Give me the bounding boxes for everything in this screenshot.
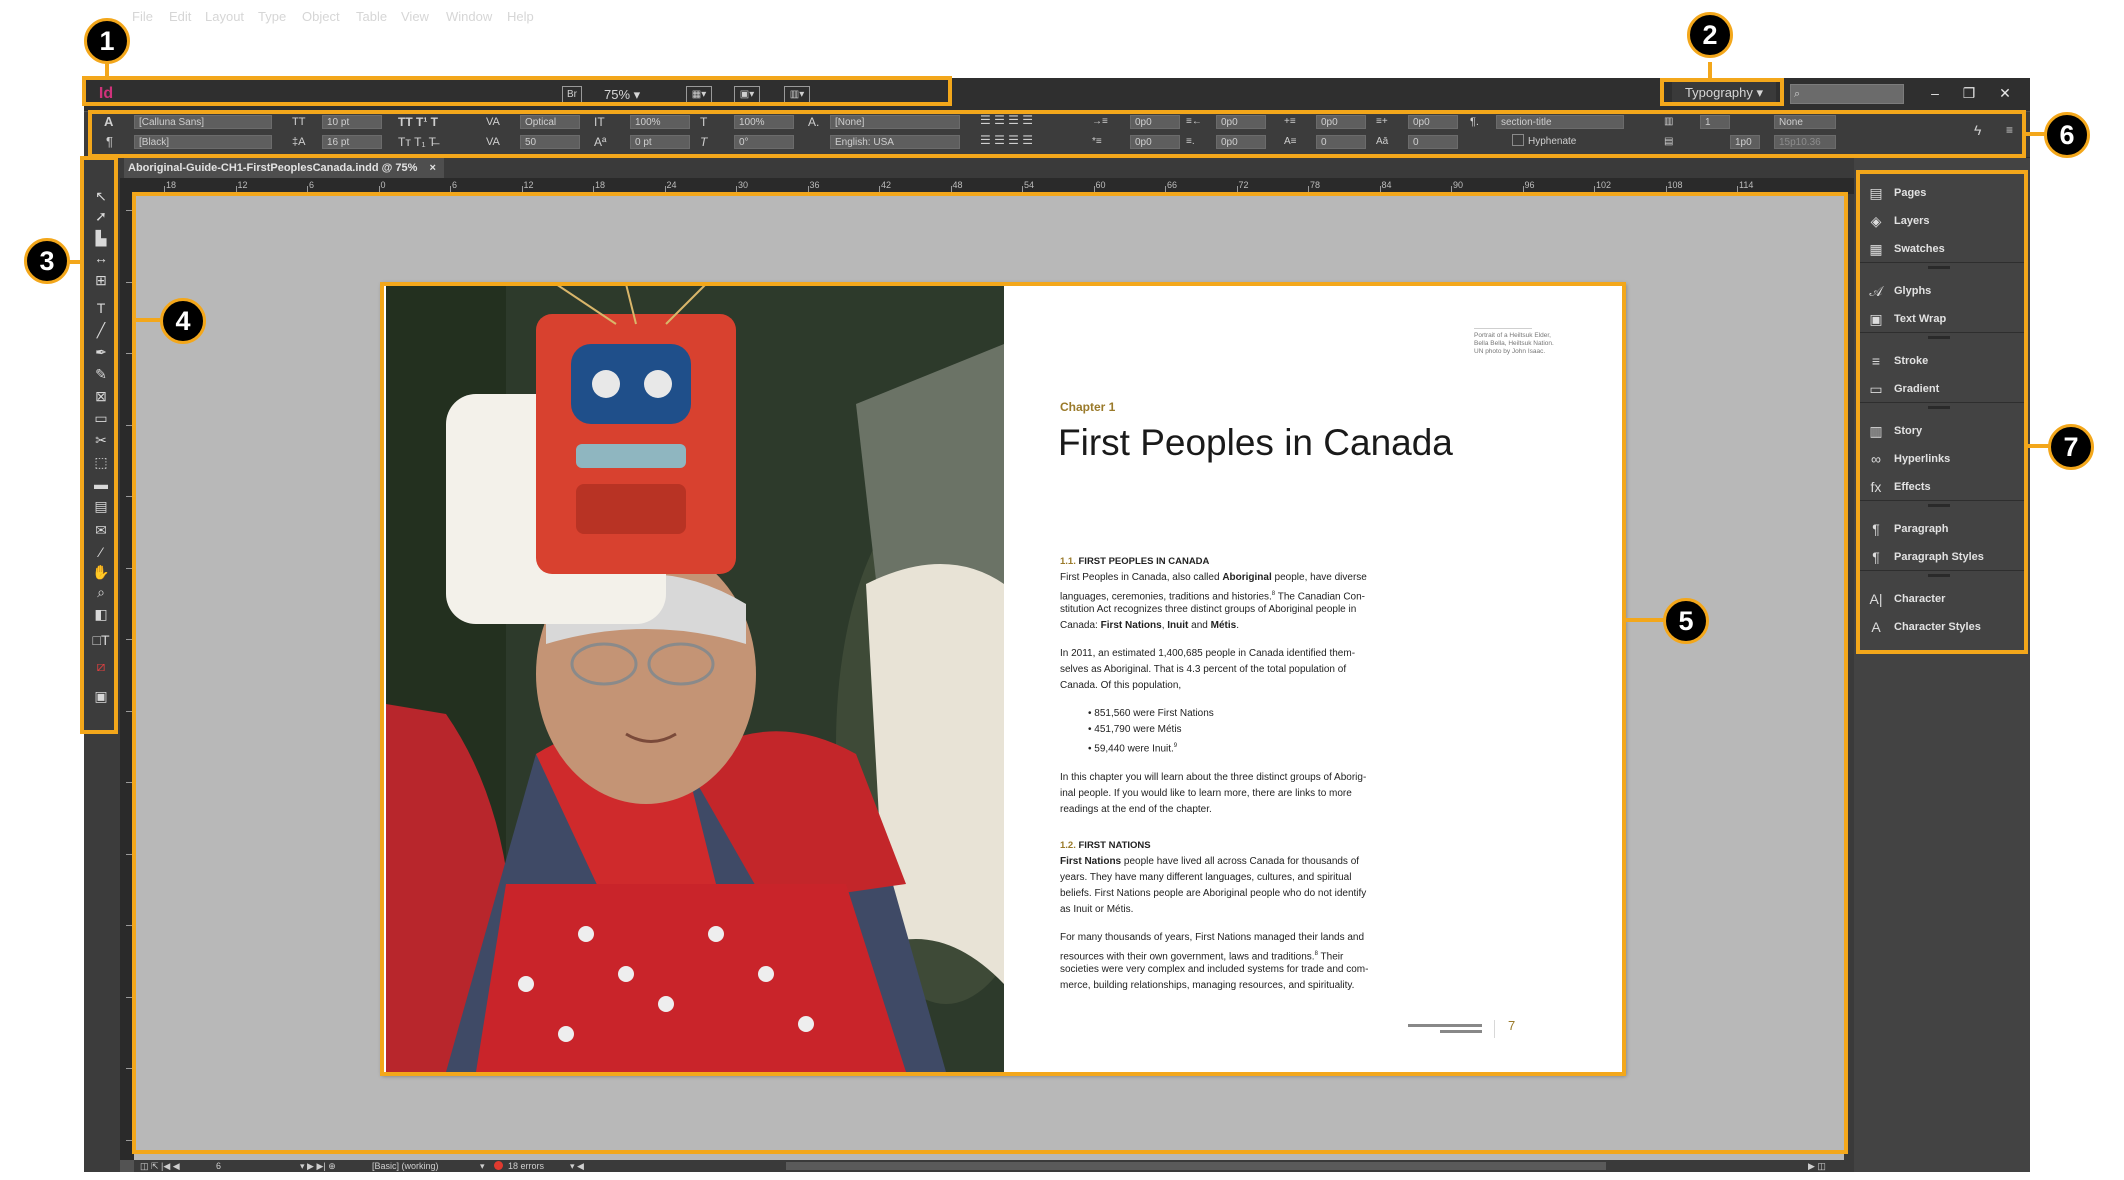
- ruler-label: 66: [1167, 180, 1178, 190]
- ruler-label: 30: [738, 180, 749, 190]
- callout-connector: [68, 260, 82, 264]
- document-tab[interactable]: Aboriginal-Guide-CH1-FirstPeoplesCanada.…: [124, 158, 444, 178]
- search-input[interactable]: ⌕: [1790, 84, 1904, 104]
- ruler-label: 90: [1453, 180, 1464, 190]
- callout-connector: [2028, 444, 2050, 448]
- menu-window[interactable]: Window: [446, 0, 492, 33]
- ruler-label: 72: [1238, 180, 1249, 190]
- status-scroll-left-icon[interactable]: ▾ ◀: [570, 1160, 584, 1172]
- callout-connector: [1708, 62, 1712, 80]
- callout-frame-panels: [1856, 170, 2028, 654]
- close-tab-icon[interactable]: ×: [429, 162, 435, 174]
- preflight-profile[interactable]: [Basic] (working): [372, 1160, 439, 1172]
- menu-table[interactable]: Table: [356, 0, 387, 33]
- callout-badge-1: 1: [84, 18, 130, 64]
- callout-connector: [105, 62, 109, 78]
- menu-view[interactable]: View: [401, 0, 429, 33]
- menu-type[interactable]: Type: [258, 0, 286, 33]
- ruler-label: 36: [809, 180, 820, 190]
- ruler-label: 42: [881, 180, 892, 190]
- page-nav-icon[interactable]: ▾ ▶ ▶| ⊕: [300, 1160, 336, 1172]
- callout-badge-7: 7: [2048, 424, 2094, 470]
- callout-badge-2: 2: [1687, 12, 1733, 58]
- error-indicator-icon: [494, 1161, 503, 1170]
- callout-frame-control-panel: [88, 110, 2026, 158]
- menu-edit[interactable]: Edit: [169, 0, 191, 33]
- callout-badge-3: 3: [24, 238, 70, 284]
- callout-connector: [2026, 132, 2046, 136]
- ruler-label: 60: [1095, 180, 1106, 190]
- ruler-label: 78: [1310, 180, 1321, 190]
- status-scroll-right-icon[interactable]: ▶ ◫: [1808, 1160, 1826, 1172]
- callout-frame-tools: [80, 156, 118, 734]
- ruler-label: 48: [952, 180, 963, 190]
- callout-frame-spread: [380, 282, 1626, 1076]
- callout-connector: [136, 318, 160, 322]
- restore-button[interactable]: ❐: [1954, 82, 1984, 104]
- ruler-label: 96: [1524, 180, 1535, 190]
- horizontal-scrollbar[interactable]: [786, 1162, 1606, 1170]
- status-view-icon[interactable]: ◫ ⇱ |◀ ◀: [140, 1160, 180, 1172]
- ruler-label: 108: [1667, 180, 1683, 190]
- preflight-errors[interactable]: 18 errors: [508, 1160, 544, 1172]
- callout-badge-5: 5: [1663, 598, 1709, 644]
- callout-badge-4: 4: [160, 298, 206, 344]
- minimize-button[interactable]: –: [1920, 82, 1950, 104]
- menu-layout[interactable]: Layout: [205, 0, 244, 33]
- menu-file[interactable]: File: [132, 0, 153, 33]
- ruler-label: 12: [237, 180, 248, 190]
- ruler-label: 84: [1381, 180, 1392, 190]
- ruler-label: 18: [595, 180, 606, 190]
- page-number-field[interactable]: 6: [216, 1160, 221, 1172]
- ruler-label: 6: [309, 180, 315, 190]
- callout-badge-6: 6: [2044, 112, 2090, 158]
- menu-help[interactable]: Help: [507, 0, 534, 33]
- callout-frame-menu-bar: [82, 76, 952, 106]
- ruler-label: 6: [452, 180, 458, 190]
- close-button[interactable]: ✕: [1990, 82, 2020, 104]
- ruler-label: 102: [1596, 180, 1612, 190]
- document-tab-title: Aboriginal-Guide-CH1-FirstPeoplesCanada.…: [128, 162, 418, 174]
- callout-frame-workspace: [1660, 78, 1784, 106]
- ruler-label: 54: [1024, 180, 1035, 190]
- search-icon: ⌕: [1794, 88, 1801, 100]
- ruler-label: 24: [666, 180, 677, 190]
- ruler-label: 12: [523, 180, 534, 190]
- menu-object[interactable]: Object: [302, 0, 340, 33]
- preflight-dropdown-icon[interactable]: ▾: [480, 1160, 485, 1172]
- callout-connector: [1626, 618, 1666, 622]
- ruler-label: 18: [166, 180, 177, 190]
- ruler-label: 114: [1739, 180, 1754, 190]
- ruler-label: 0: [380, 180, 386, 190]
